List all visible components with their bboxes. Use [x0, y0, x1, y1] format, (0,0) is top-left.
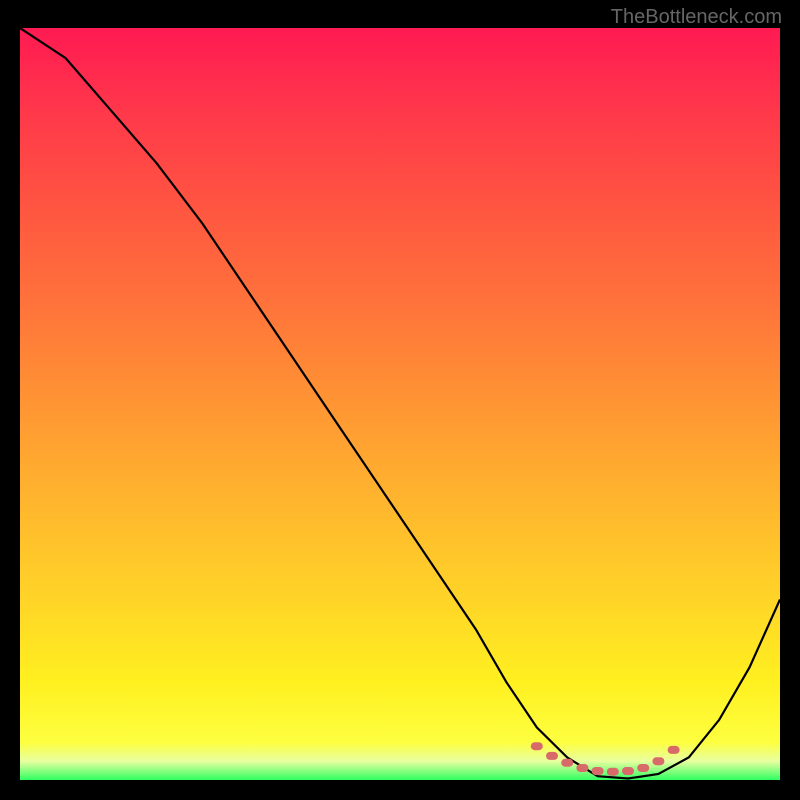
bottleneck-curve [20, 28, 780, 779]
curve-dot [607, 768, 619, 776]
watermark-text: TheBottleneck.com [611, 6, 782, 29]
curve-dot [622, 767, 634, 775]
dots-group [531, 742, 680, 776]
curve-dot [546, 752, 558, 760]
curve-dot [592, 767, 604, 775]
curve-dot [531, 742, 543, 750]
chart-svg [20, 28, 780, 780]
curve-dot [637, 764, 649, 772]
curve-dot [652, 757, 664, 765]
chart-plot-area [20, 28, 780, 780]
curve-dot [668, 746, 680, 754]
curve-group [20, 28, 780, 779]
curve-dot [561, 759, 573, 767]
curve-dot [576, 764, 588, 772]
